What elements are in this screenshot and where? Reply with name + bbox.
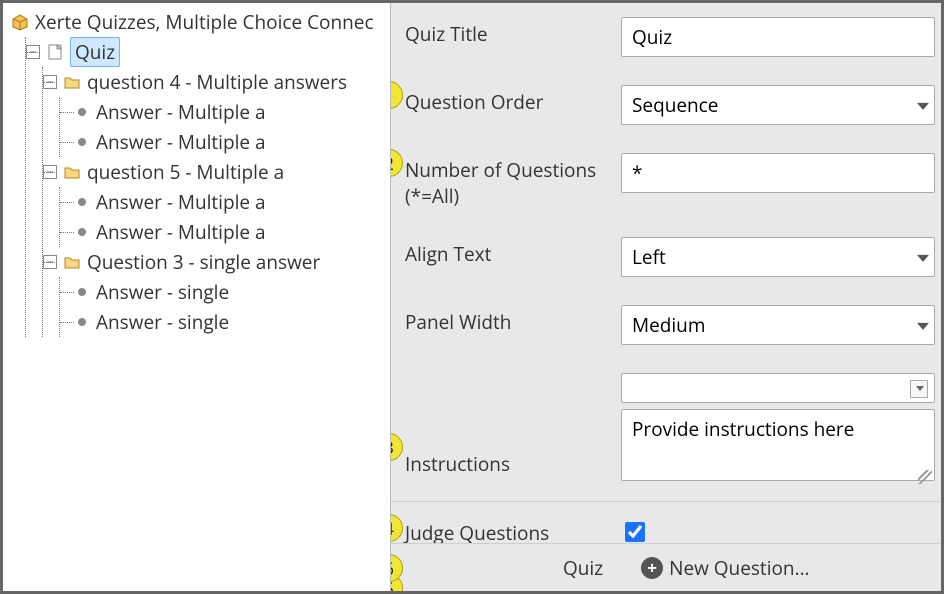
expand-toggle[interactable]: − [43, 165, 57, 179]
quiz-title-label: Quiz Title [391, 17, 621, 47]
judge-questions-label: Judge Questions [391, 516, 621, 546]
tree-quiz-label: Quiz [70, 37, 120, 68]
question-order-label: Question Order [391, 85, 621, 115]
bottom-quiz-label: Quiz [563, 555, 603, 581]
tree-item-label: Answer - single [96, 278, 229, 307]
align-text-select[interactable]: Left [621, 237, 935, 277]
tree-item-label: Answer - Multiple a [96, 218, 266, 247]
tree-item-label: question 4 - Multiple answers [87, 68, 347, 97]
tree-root-row[interactable]: Xerte Quizzes, Multiple Choice Connec [9, 7, 390, 37]
expand-toggle[interactable]: − [43, 75, 57, 89]
tree-answer-row[interactable]: Answer - single [60, 277, 390, 307]
tree-question5-row[interactable]: − question 5 - Multiple a [43, 157, 390, 187]
instructions-label: Instructions [391, 383, 621, 477]
question-order-select[interactable]: Sequence [621, 85, 935, 125]
row-instructions: 3 Instructions [391, 359, 941, 501]
folder-icon [61, 251, 83, 273]
tree-item-label: Answer - Multiple a [96, 98, 266, 127]
expand-toggle[interactable]: − [26, 45, 40, 59]
tree-item-label: Answer - single [96, 308, 229, 337]
row-number-questions: 2 Number of Questions (*=All) [391, 139, 941, 223]
bullet-icon [78, 318, 86, 326]
folder-icon [61, 71, 83, 93]
tree-item-label: question 5 - Multiple a [87, 158, 284, 187]
tree-quiz-row[interactable]: − Quiz [26, 37, 390, 67]
align-text-label: Align Text [391, 237, 621, 267]
instructions-style-picker[interactable] [621, 373, 935, 403]
tree-answer-row[interactable]: Answer - Multiple a [60, 187, 390, 217]
tree-answer-row[interactable]: Answer - single [60, 307, 390, 337]
tree-answer-row[interactable]: Answer - Multiple a [60, 127, 390, 157]
expand-toggle[interactable]: − [43, 255, 57, 269]
judge-questions-checkbox[interactable] [625, 522, 645, 542]
num-questions-input[interactable] [621, 153, 935, 193]
new-question-label: New Question... [669, 555, 809, 581]
properties-panel: Quiz Title 1 Question Order Sequence 2 N… [391, 3, 941, 591]
tree-panel: Xerte Quizzes, Multiple Choice Connec − … [3, 3, 391, 591]
tree-item-label: Answer - Multiple a [96, 128, 266, 157]
tree-item-label: Answer - Multiple a [96, 188, 266, 217]
box-icon [9, 11, 31, 33]
quiz-title-input[interactable] [621, 17, 935, 57]
folder-icon [61, 161, 83, 183]
row-question-order: 1 Question Order Sequence [391, 71, 941, 139]
app-root: Xerte Quizzes, Multiple Choice Connec − … [0, 0, 944, 594]
tree-question3-row[interactable]: − Question 3 - single answer [43, 247, 390, 277]
tree-item-label: Question 3 - single answer [87, 248, 320, 277]
row-quiz-title: Quiz Title [391, 3, 941, 71]
bullet-icon [78, 108, 86, 116]
annotation-badge-6: 6 [391, 554, 403, 582]
tree-answer-row[interactable]: Answer - Multiple a [60, 217, 390, 247]
page-icon [44, 41, 66, 63]
panel-width-select[interactable]: Medium [621, 305, 935, 345]
row-panel-width: Panel Width Medium [391, 291, 941, 359]
tree-root-label: Xerte Quizzes, Multiple Choice Connec [35, 8, 374, 37]
instructions-textarea[interactable] [621, 409, 935, 481]
bullet-icon [78, 138, 86, 146]
row-align-text: Align Text Left [391, 223, 941, 291]
new-question-button[interactable]: + New Question... [635, 554, 815, 582]
tree-question4-row[interactable]: − question 4 - Multiple answers [43, 67, 390, 97]
tree-answer-row[interactable]: Answer - Multiple a [60, 97, 390, 127]
bullet-icon [78, 228, 86, 236]
bottom-bar: 6 Quiz + New Question... [391, 543, 941, 591]
bullet-icon [78, 198, 86, 206]
panel-width-label: Panel Width [391, 305, 621, 335]
plus-circle-icon: + [641, 557, 663, 579]
num-questions-label: Number of Questions (*=All) [391, 153, 621, 209]
bullet-icon [78, 288, 86, 296]
